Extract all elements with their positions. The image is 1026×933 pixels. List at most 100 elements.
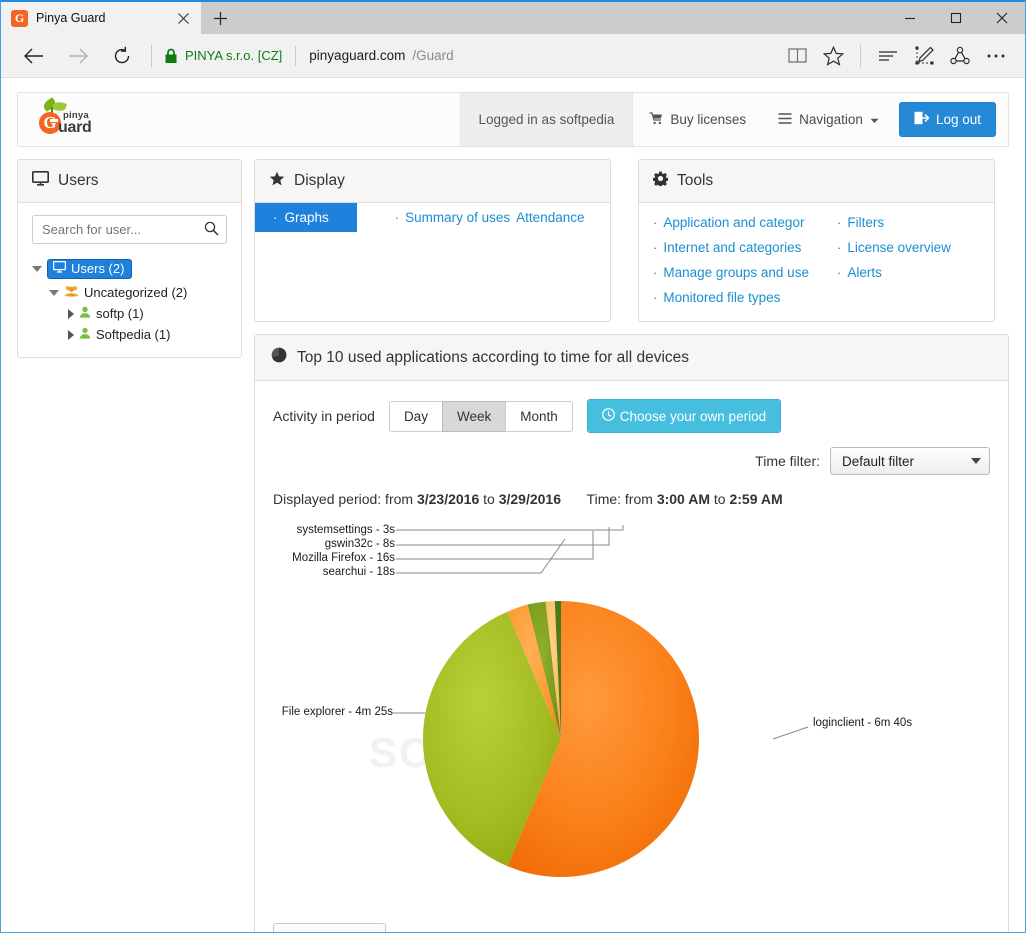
new-tab-button[interactable] xyxy=(201,2,239,34)
logout-label: Log out xyxy=(935,112,981,127)
navbar-divider xyxy=(151,44,152,67)
search-icon[interactable] xyxy=(204,221,219,241)
logout-icon xyxy=(914,111,930,128)
back-arrow-icon[interactable] xyxy=(13,38,55,74)
refresh-icon[interactable] xyxy=(101,38,143,74)
reading-view-icon[interactable] xyxy=(780,39,814,73)
display-link-summary[interactable]: · Summary of uses xyxy=(395,210,510,225)
chart-panel-title: Top 10 used applications according to ti… xyxy=(297,348,690,366)
share-icon[interactable] xyxy=(943,39,977,73)
tools-link-alerts[interactable]: · Alerts xyxy=(837,265,951,280)
navigation-label: Navigation xyxy=(799,112,863,127)
tools-panel: Tools · Application and categor · Intern… xyxy=(638,159,995,322)
window-controls xyxy=(887,2,1025,34)
pie-label-systemsettings: systemsettings - 3s xyxy=(296,524,395,536)
navigation-menu[interactable]: Navigation xyxy=(762,93,895,146)
tree-node-softpedia[interactable]: Softpedia (1) xyxy=(32,324,227,345)
maximize-button[interactable] xyxy=(933,2,979,34)
logo-text-bottom: uard xyxy=(58,118,92,136)
tools-link-internet-label: Internet and categories xyxy=(663,240,802,255)
address-bar[interactable]: PINYA s.r.o. [CZ] pinyaguard.com/Guard xyxy=(164,45,778,66)
caret-right-icon[interactable] xyxy=(68,308,74,319)
app-logo[interactable]: G pinya uard xyxy=(18,93,116,146)
tools-link-applications[interactable]: · Application and categor xyxy=(653,215,821,230)
pie-chart-icon xyxy=(271,347,287,368)
user-search-wrapper xyxy=(32,215,227,244)
tools-link-manage-groups[interactable]: · Manage groups and use xyxy=(653,265,821,280)
displayed-period-prefix: Displayed period: from xyxy=(273,491,414,507)
tools-link-file-types[interactable]: · Monitored file types xyxy=(653,290,821,305)
toolbar-divider xyxy=(860,44,861,67)
hub-icon[interactable] xyxy=(871,39,905,73)
export-row: Export to PDF xyxy=(255,923,1008,932)
tree-node-users[interactable]: Users (2) xyxy=(32,256,227,282)
bullet-icon-5: · xyxy=(653,265,658,280)
buy-licenses-link[interactable]: Buy licenses xyxy=(633,93,762,146)
close-tab-icon[interactable] xyxy=(173,8,193,28)
tree-node-uncategorized[interactable]: Uncategorized (2) xyxy=(32,282,227,303)
search-input[interactable] xyxy=(32,215,227,244)
pie-label-gswin32c: gswin32c - 8s xyxy=(324,538,395,550)
web-note-icon[interactable] xyxy=(907,39,941,73)
users-panel-header: Users xyxy=(18,160,241,203)
period-controls: Activity in period Day Week Month Choose… xyxy=(273,399,990,433)
tree-node-users-selected[interactable]: Users (2) xyxy=(47,259,133,279)
user-icon xyxy=(79,306,91,321)
export-to-pdf-button[interactable]: Export to PDF xyxy=(273,923,386,932)
close-window-button[interactable] xyxy=(979,2,1025,34)
pie-label-file-explorer: File explorer - 4m 25s xyxy=(281,706,393,718)
display-other-links: · Summary of uses Attendance xyxy=(357,203,585,225)
caret-right-icon-2[interactable] xyxy=(68,329,74,340)
caret-down-icon-2[interactable] xyxy=(49,289,59,296)
pie-label-loginclient: loginclient - 6m 40s xyxy=(813,717,913,729)
tools-link-file-types-label: Monitored file types xyxy=(663,290,781,305)
tools-links-grid: · Application and categor · Internet and… xyxy=(653,215,980,305)
tree-node-softp[interactable]: softp (1) xyxy=(32,303,227,324)
period-month-button[interactable]: Month xyxy=(505,400,573,432)
pie-chart-area: SOFTPEDIA xyxy=(273,517,990,917)
time-from: 3:00 AM xyxy=(656,491,710,507)
tree-label-users: Users (2) xyxy=(71,261,125,276)
tree-label-wrap-softp: softp (1) xyxy=(79,306,144,321)
tools-panel-header: Tools xyxy=(639,160,994,203)
favorites-star-icon[interactable] xyxy=(816,39,850,73)
time-filter-value: Default filter xyxy=(842,453,915,469)
users-panel-title: Users xyxy=(58,172,99,189)
monitor-icon-small xyxy=(52,260,67,276)
favicon-icon: G xyxy=(11,9,28,27)
left-column: Users Search for user... Users (2) Uncat… xyxy=(17,159,242,358)
browser-navbar: PINYA s.r.o. [CZ] pinyaguard.com/Guard xyxy=(1,34,1025,78)
tools-link-license[interactable]: · License overview xyxy=(837,240,951,255)
time-prefix: Time: from xyxy=(586,491,653,507)
users-panel: Users Search for user... Users (2) Uncat… xyxy=(17,159,242,358)
period-week-button[interactable]: Week xyxy=(441,400,507,432)
caret-down-icon[interactable] xyxy=(32,266,42,272)
logged-in-status: Logged in as softpedia xyxy=(459,93,634,146)
browser-tab[interactable]: G Pinya Guard xyxy=(1,2,201,34)
pie-slices xyxy=(422,600,700,877)
period-day-button[interactable]: Day xyxy=(388,400,443,432)
time-filter-label: Time filter: xyxy=(755,453,820,469)
time-filter-select[interactable]: Default filter xyxy=(830,447,990,475)
tools-panel-title: Tools xyxy=(677,172,714,189)
tools-link-internet[interactable]: · Internet and categories xyxy=(653,240,821,255)
display-link-graphs[interactable]: · Graphs xyxy=(255,203,357,232)
display-link-attendance[interactable]: Attendance xyxy=(516,210,584,225)
tree-label-wrap-uncategorized: Uncategorized (2) xyxy=(64,285,187,300)
users-panel-body: Users (2) Uncategorized (2) xyxy=(18,203,241,357)
minimize-button[interactable] xyxy=(887,2,933,34)
browser-titlebar: G Pinya Guard xyxy=(1,2,1025,34)
star-icon xyxy=(269,171,285,191)
tools-link-filters[interactable]: · Filters xyxy=(837,215,951,230)
more-settings-icon[interactable] xyxy=(979,39,1013,73)
bullet-icon-3: · xyxy=(653,215,658,230)
certificate-owner: PINYA s.r.o. [CZ] xyxy=(185,48,283,63)
tools-column-2: · Filters · License overview · Alerts xyxy=(837,215,951,305)
browser-window: G Pinya Guard PINYA s.r.o. [CZ] pinyagua… xyxy=(0,0,1026,933)
main-columns: Users Search for user... Users (2) Uncat… xyxy=(17,159,1009,932)
forward-arrow-icon[interactable] xyxy=(57,38,99,74)
tools-link-filters-label: Filters xyxy=(847,215,885,230)
logout-button[interactable]: Log out xyxy=(898,102,996,137)
bullet-icon-8: · xyxy=(837,240,842,255)
choose-own-period-button[interactable]: Choose your own period xyxy=(586,399,782,433)
